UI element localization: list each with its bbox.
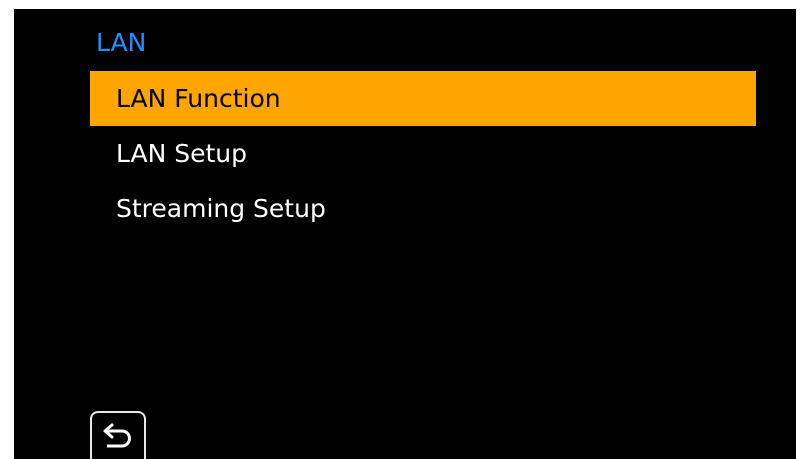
- menu-item-streaming-setup[interactable]: Streaming Setup: [90, 181, 756, 236]
- menu-list: LAN Function LAN Setup Streaming Setup: [90, 71, 756, 236]
- menu-item-lan-function[interactable]: LAN Function: [90, 71, 756, 126]
- return-arrow-icon: [103, 423, 131, 448]
- camera-menu-screen: LAN LAN Function LAN Setup Streaming Set…: [14, 9, 796, 459]
- menu-title: LAN: [96, 28, 147, 57]
- menu-item-lan-setup[interactable]: LAN Setup: [90, 126, 756, 181]
- back-button[interactable]: [90, 411, 146, 459]
